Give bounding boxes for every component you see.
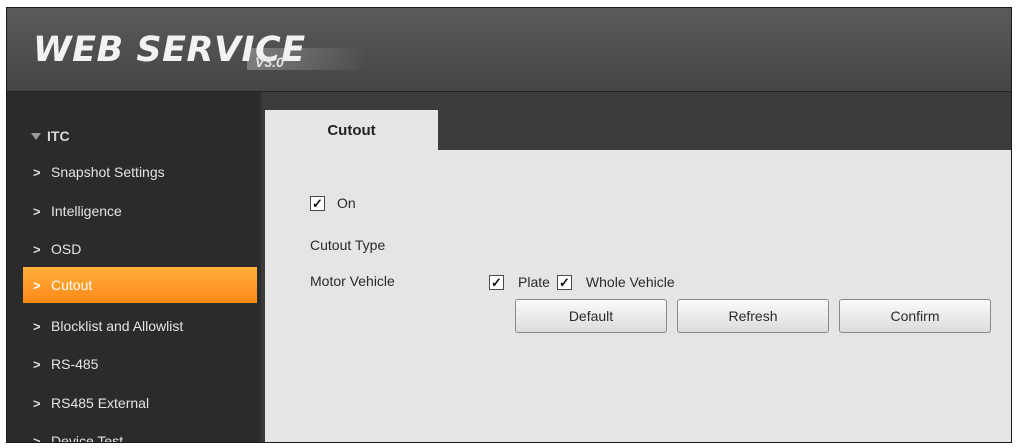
sidebar-section-itc[interactable]: ITC xyxy=(31,128,70,144)
motor-vehicle-text: Motor Vehicle xyxy=(310,273,395,289)
sidebar-item-osd[interactable]: > OSD xyxy=(23,231,257,267)
sidebar-item-intelligence[interactable]: > Intelligence xyxy=(23,193,257,229)
sidebar-item-label: Device Test xyxy=(51,433,124,443)
refresh-button[interactable]: Refresh xyxy=(677,299,829,333)
on-checkbox[interactable]: ✓ xyxy=(310,195,325,211)
chevron-right-icon: > xyxy=(33,318,41,334)
tab-cutout[interactable]: Cutout xyxy=(265,110,438,150)
chevron-right-icon: > xyxy=(33,241,41,257)
cutout-type-text: Cutout Type xyxy=(310,237,386,253)
chevron-right-icon: > xyxy=(33,433,41,443)
whole-vehicle-label: Whole Vehicle xyxy=(585,274,675,290)
cutout-type-label: Cutout Type xyxy=(310,237,385,253)
plate-checkbox[interactable]: ✓ xyxy=(489,274,504,290)
sidebar-item-label: OSD xyxy=(51,241,82,257)
sidebar-item-label: Snapshot Settings xyxy=(51,164,165,180)
sidebar-item-label: Cutout xyxy=(51,277,93,293)
sidebar-item-label: RS-485 xyxy=(51,356,99,372)
sidebar-item-rs485[interactable]: > RS-485 xyxy=(23,346,257,382)
chevron-right-icon: > xyxy=(33,277,41,293)
cutout-panel: ✓ On Cutout Type Motor Vehicle ✓ Plate ✓… xyxy=(265,150,1011,442)
confirm-button[interactable]: Confirm xyxy=(839,299,991,333)
sidebar-item-device-test[interactable]: > Device Test xyxy=(23,423,257,443)
motor-vehicle-label: Motor Vehicle xyxy=(310,273,395,289)
motor-vehicle-options: ✓ Plate ✓ Whole Vehicle xyxy=(489,274,675,290)
app-header: WEB SERVICE V3.0 xyxy=(7,8,1011,92)
chevron-right-icon: > xyxy=(33,203,41,219)
brand-version: V3.0 xyxy=(255,54,284,70)
sidebar-item-blocklist-allowlist[interactable]: > Blocklist and Allowlist xyxy=(23,308,257,344)
sidebar-item-label: Blocklist and Allowlist xyxy=(51,318,184,334)
sidebar-item-cutout[interactable]: > Cutout xyxy=(23,267,257,303)
chevron-right-icon: > xyxy=(33,356,41,372)
chevron-right-icon: > xyxy=(33,395,41,411)
default-button[interactable]: Default xyxy=(515,299,667,333)
on-row: ✓ On xyxy=(310,195,356,211)
sidebar-section-label: ITC xyxy=(47,128,70,144)
sidebar-item-rs485-external[interactable]: > RS485 External xyxy=(23,385,257,421)
whole-vehicle-checkbox[interactable]: ✓ xyxy=(556,274,572,290)
triangle-down-icon xyxy=(31,132,41,140)
sidebar-item-snapshot-settings[interactable]: > Snapshot Settings xyxy=(23,154,257,190)
sidebar-item-label: Intelligence xyxy=(51,203,122,219)
sidebar: ITC > Snapshot Settings > Intelligence >… xyxy=(7,92,259,442)
chevron-right-icon: > xyxy=(33,164,41,180)
plate-label: Plate xyxy=(518,274,550,290)
sidebar-item-label: RS485 External xyxy=(51,395,150,411)
on-label: On xyxy=(337,195,356,211)
app-window: WEB SERVICE V3.0 ITC > Snapshot Settings… xyxy=(6,7,1012,443)
content-area: Cutout ✓ On Cutout Type Motor Vehicle ✓ … xyxy=(261,92,1011,442)
